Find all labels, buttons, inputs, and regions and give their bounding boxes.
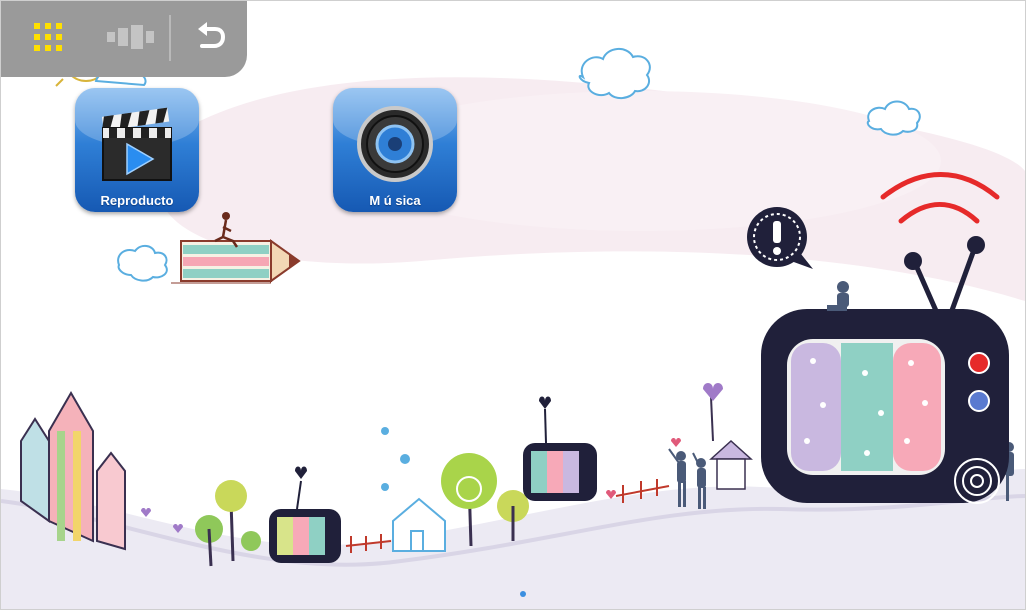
grid-icon (34, 23, 62, 51)
app-label: Reproducto (100, 193, 174, 208)
page-indicator-dot[interactable] (520, 591, 526, 597)
top-toolbar (1, 1, 247, 77)
toolbar-divider (169, 15, 171, 61)
app-label: M ú sica (369, 193, 421, 208)
app-player[interactable]: Reproducto (75, 88, 199, 212)
apps-grid-button[interactable] (27, 11, 69, 63)
home-screen: Reproducto M ú sica (0, 0, 1026, 610)
app-music[interactable]: M ú sica (333, 88, 457, 212)
widgets-icon (107, 25, 154, 49)
back-icon (198, 22, 226, 48)
widgets-button[interactable] (101, 11, 161, 63)
back-button[interactable] (187, 11, 235, 63)
